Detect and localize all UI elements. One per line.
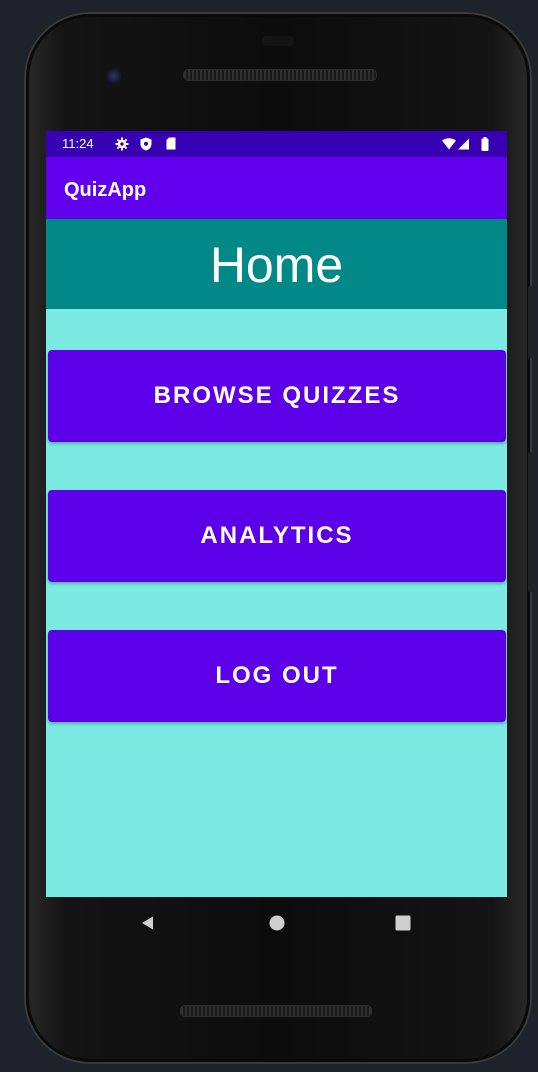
shield-icon [140,136,152,151]
volume-key [528,452,534,592]
gear-icon [115,136,129,151]
status-time: 11:24 [62,136,94,151]
home-content: Home BROWSE QUIZZES ANALYTICS LOG OUT [46,219,507,897]
browse-quizzes-button[interactable]: BROWSE QUIZZES [48,350,506,442]
earpiece-speaker [183,69,377,81]
page-header: Home [46,219,507,309]
signal-icon [458,136,469,151]
status-bar: 11:24 [46,131,507,157]
front-camera-icon [106,68,122,84]
screen: 11:24 QuizApp Home BROWSE QUIZZES ANALYT… [46,131,507,897]
log-out-button[interactable]: LOG OUT [48,630,506,722]
bottom-speaker [180,1005,372,1017]
navigation-bar [46,897,507,947]
app-bar: QuizApp [46,157,507,219]
proximity-sensor [262,36,294,46]
back-icon[interactable] [136,911,160,935]
recents-icon[interactable] [391,911,415,935]
analytics-button[interactable]: ANALYTICS [48,490,506,582]
power-key [528,286,534,358]
app-title: QuizApp [64,179,147,201]
page-title: Home [209,237,344,293]
sd-card-icon [166,136,176,151]
home-icon[interactable] [265,911,289,935]
battery-icon [481,136,489,151]
wifi-icon [442,136,456,151]
